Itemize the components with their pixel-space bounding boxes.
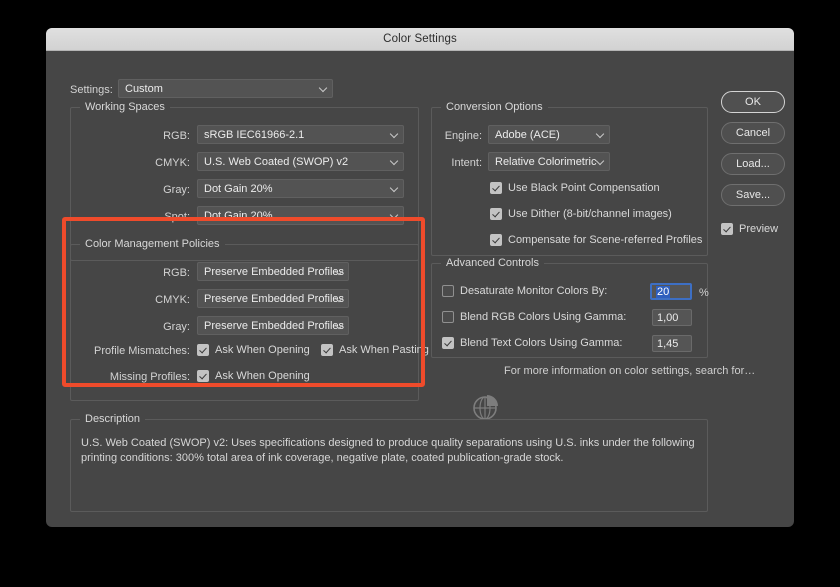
checkbox-label: Blend RGB Colors Using Gamma: bbox=[460, 311, 627, 323]
advanced-controls-legend: Advanced Controls bbox=[441, 257, 544, 269]
intent-value: Relative Colorimetric bbox=[495, 155, 597, 168]
ws-gray-dropdown[interactable]: Dot Gain 20% bbox=[197, 179, 404, 198]
ws-cmyk-dropdown[interactable]: U.S. Web Coated (SWOP) v2 bbox=[197, 152, 404, 171]
settings-label: Settings: bbox=[70, 84, 113, 96]
ws-cmyk-value: U.S. Web Coated (SWOP) v2 bbox=[204, 155, 349, 168]
checkbox-label: Compensate for Scene-referred Profiles bbox=[508, 234, 703, 246]
ws-gray-label: Gray: bbox=[163, 184, 190, 196]
checkbox-label: Ask When Pasting bbox=[339, 344, 429, 356]
blend-text-colors-gamma-checkbox[interactable]: Blend Text Colors Using Gamma: bbox=[442, 337, 622, 349]
checkbox-label: Use Black Point Compensation bbox=[508, 182, 660, 194]
intent-dropdown[interactable]: Relative Colorimetric bbox=[488, 152, 610, 171]
compensate-scene-referred-checkbox[interactable]: Compensate for Scene-referred Profiles bbox=[490, 234, 702, 246]
profile-mismatches-ask-when-opening-checkbox[interactable]: Ask When Opening bbox=[197, 344, 310, 356]
ws-rgb-value: sRGB IEC61966-2.1 bbox=[204, 128, 305, 141]
checkbox-label: Use Dither (8-bit/channel images) bbox=[508, 208, 672, 220]
checkbox-indicator bbox=[197, 344, 209, 356]
checkbox-indicator bbox=[490, 208, 502, 220]
chevron-down-icon bbox=[597, 131, 604, 138]
chevron-down-icon bbox=[320, 85, 327, 92]
checkbox-indicator bbox=[197, 370, 209, 382]
cmp-rgb-dropdown[interactable]: Preserve Embedded Profiles bbox=[197, 262, 349, 281]
engine-dropdown[interactable]: Adobe (ACE) bbox=[488, 125, 610, 144]
window-title: Color Settings bbox=[383, 33, 457, 45]
checkbox-indicator bbox=[721, 223, 733, 235]
checkbox-indicator bbox=[321, 344, 333, 356]
engine-label: Engine: bbox=[444, 130, 482, 142]
checkbox-label: Preview bbox=[739, 223, 779, 235]
chevron-down-icon bbox=[336, 268, 343, 275]
cmp-legend: Color Management Policies bbox=[80, 238, 225, 250]
desaturate-amount-input[interactable]: 20 bbox=[650, 283, 692, 300]
chevron-down-icon bbox=[391, 158, 398, 165]
cmp-cmyk-dropdown[interactable]: Preserve Embedded Profiles bbox=[197, 289, 349, 308]
cmp-gray-value: Preserve Embedded Profiles bbox=[204, 319, 345, 332]
description-group: Description U.S. Web Coated (SWOP) v2: U… bbox=[70, 413, 708, 512]
desaturate-amount-value: 20 bbox=[656, 285, 671, 298]
cmp-rgb-label: RGB: bbox=[163, 267, 190, 279]
description-text: U.S. Web Coated (SWOP) v2: Uses specific… bbox=[81, 437, 695, 464]
chevron-down-icon bbox=[597, 158, 604, 165]
conversion-options-group: Conversion Options Engine: Adobe (ACE) I… bbox=[431, 101, 708, 256]
load-button[interactable]: Load... bbox=[721, 153, 785, 175]
chevron-down-icon bbox=[391, 185, 398, 192]
window-titlebar: Color Settings bbox=[46, 28, 794, 51]
description-legend: Description bbox=[80, 413, 146, 425]
percent-suffix-label: % bbox=[699, 287, 709, 299]
blend-rgb-gamma-value: 1,00 bbox=[657, 311, 679, 324]
chevron-down-icon bbox=[391, 212, 398, 219]
settings-dropdown[interactable]: Custom bbox=[118, 79, 333, 98]
blend-text-gamma-input[interactable]: 1,45 bbox=[652, 335, 692, 352]
preview-checkbox[interactable]: Preview bbox=[721, 223, 778, 235]
ws-gray-value: Dot Gain 20% bbox=[204, 182, 273, 195]
cmp-rgb-value: Preserve Embedded Profiles bbox=[204, 265, 345, 278]
blend-rgb-gamma-input[interactable]: 1,00 bbox=[652, 309, 692, 326]
checkbox-label: Blend Text Colors Using Gamma: bbox=[460, 337, 623, 349]
engine-value: Adobe (ACE) bbox=[495, 128, 560, 141]
desaturate-monitor-colors-checkbox[interactable]: Desaturate Monitor Colors By: bbox=[442, 285, 607, 297]
color-settings-dialog: Color Settings Settings: Custom Working … bbox=[46, 28, 794, 527]
dialog-body: Settings: Custom Working Spaces RGB: sRG… bbox=[46, 51, 794, 527]
settings-dropdown-value: Custom bbox=[125, 82, 163, 95]
use-black-point-compensation-checkbox[interactable]: Use Black Point Compensation bbox=[490, 182, 660, 194]
ws-spot-value: Dot Gain 20% bbox=[204, 209, 273, 222]
missing-profiles-label: Missing Profiles: bbox=[109, 371, 190, 383]
use-dither-checkbox[interactable]: Use Dither (8-bit/channel images) bbox=[490, 208, 672, 220]
ws-rgb-dropdown[interactable]: sRGB IEC61966-2.1 bbox=[197, 125, 404, 144]
chevron-down-icon bbox=[336, 295, 343, 302]
advanced-controls-group: Advanced Controls Desaturate Monitor Col… bbox=[431, 257, 709, 358]
blend-rgb-colors-gamma-checkbox[interactable]: Blend RGB Colors Using Gamma: bbox=[442, 311, 626, 323]
ws-cmyk-label: CMYK: bbox=[155, 157, 190, 169]
intent-label: Intent: bbox=[451, 157, 482, 169]
profile-mismatches-ask-when-pasting-checkbox[interactable]: Ask When Pasting bbox=[321, 344, 429, 356]
checkbox-indicator bbox=[442, 337, 454, 349]
ws-spot-label: Spot: bbox=[164, 211, 190, 223]
save-button[interactable]: Save... bbox=[721, 184, 785, 206]
ws-spot-dropdown[interactable]: Dot Gain 20% bbox=[197, 206, 404, 225]
color-management-policies-group: Color Management Policies RGB: Preserve … bbox=[70, 238, 429, 401]
chevron-down-icon bbox=[391, 131, 398, 138]
blend-text-gamma-value: 1,45 bbox=[657, 337, 679, 350]
checkbox-label: Desaturate Monitor Colors By: bbox=[460, 285, 608, 297]
checkbox-indicator bbox=[490, 234, 502, 246]
cmp-cmyk-value: Preserve Embedded Profiles bbox=[204, 292, 345, 305]
ws-rgb-label: RGB: bbox=[163, 130, 190, 142]
conversion-options-legend: Conversion Options bbox=[441, 101, 548, 113]
missing-profiles-ask-when-opening-checkbox[interactable]: Ask When Opening bbox=[197, 370, 310, 382]
more-info-text: For more information on color settings, … bbox=[504, 365, 756, 377]
checkbox-label: Ask When Opening bbox=[215, 344, 310, 356]
profile-mismatches-label: Profile Mismatches: bbox=[94, 345, 190, 357]
cmp-gray-dropdown[interactable]: Preserve Embedded Profiles bbox=[197, 316, 349, 335]
checkbox-indicator bbox=[490, 182, 502, 194]
checkbox-indicator bbox=[442, 311, 454, 323]
cmp-gray-label: Gray: bbox=[163, 321, 190, 333]
chevron-down-icon bbox=[336, 322, 343, 329]
ok-button[interactable]: OK bbox=[721, 91, 785, 113]
cmp-cmyk-label: CMYK: bbox=[155, 294, 190, 306]
checkbox-label: Ask When Opening bbox=[215, 370, 310, 382]
checkbox-indicator bbox=[442, 285, 454, 297]
working-spaces-legend: Working Spaces bbox=[80, 101, 170, 113]
cancel-button[interactable]: Cancel bbox=[721, 122, 785, 144]
